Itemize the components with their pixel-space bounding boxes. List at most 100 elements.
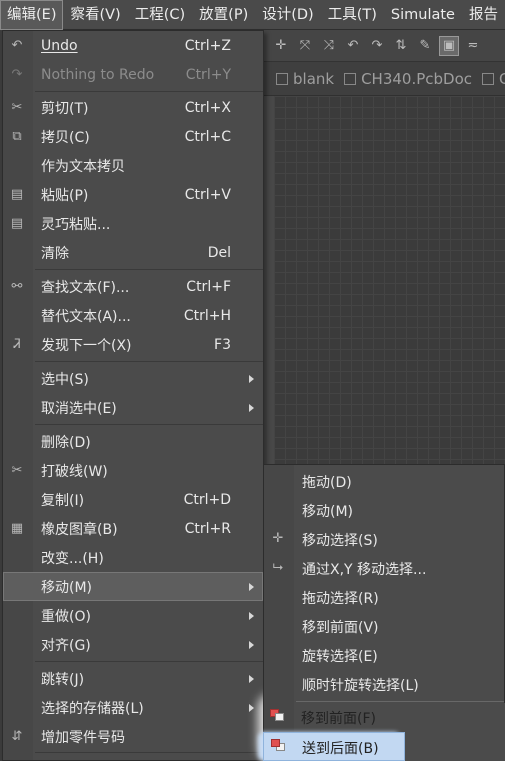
- submenu-arrow-icon: [249, 640, 254, 649]
- tab-label: G: [499, 69, 505, 88]
- break-wire-icon: ✂: [11, 462, 23, 478]
- submenu-item-move[interactable]: 移动(M): [264, 496, 504, 525]
- menu-item-label: 跳转(J): [41, 671, 85, 688]
- menu-simulate[interactable]: Simulate: [384, 0, 462, 30]
- submenu-item-move-to-front[interactable]: 移到前面(V): [264, 612, 504, 641]
- submenu-item-drag[interactable]: 拖动(D): [264, 467, 504, 496]
- document-icon: [276, 72, 288, 85]
- increment-icon: ⇵: [11, 728, 23, 744]
- menu-item-find-next[interactable]: Ꮨ 发现下一个(X) F3: [3, 330, 263, 359]
- menu-item-label: 替代文本(A)...: [41, 308, 131, 325]
- menu-item-duplicate[interactable]: 复制(I) Ctrl+D: [3, 485, 263, 514]
- menu-item-label: 移动(M): [302, 504, 354, 520]
- menu-item-smart-paste[interactable]: ▤ 灵巧粘贴...: [3, 209, 263, 238]
- separator: [35, 424, 263, 425]
- move-icon[interactable]: ✛: [272, 37, 290, 55]
- submenu-item-bring-to-front-tail: [405, 703, 505, 732]
- menu-place[interactable]: 放置(P): [192, 0, 255, 30]
- submenu-item-bring-to-front[interactable]: 移到前面(F): [263, 703, 405, 732]
- menu-item-shortcut: F3: [214, 336, 231, 353]
- menu-item-label: 移动(M): [41, 579, 93, 596]
- copy-icon: ⧉: [12, 128, 22, 144]
- menu-item-select[interactable]: 选中(S): [3, 364, 263, 393]
- menu-item-label: 移动选择(S): [302, 533, 378, 549]
- menu-item-move[interactable]: 移动(M): [3, 572, 263, 601]
- menu-item-shortcut: Ctrl+C: [184, 128, 231, 145]
- menu-item-label: 旋转选择(E): [302, 649, 378, 665]
- menu-edit[interactable]: 编辑(E): [0, 0, 64, 30]
- menu-reports[interactable]: 报告: [462, 0, 505, 30]
- scissors-icon: ✂: [11, 99, 23, 115]
- menu-item-replace-text[interactable]: 替代文本(A)... Ctrl+H: [3, 301, 263, 330]
- paste-icon: ▤: [10, 186, 24, 202]
- separator: [35, 269, 263, 270]
- menu-item-label: 拷贝(C): [41, 129, 90, 146]
- tab-label: CH340.PcbDoc: [361, 69, 473, 88]
- move-xy-icon: ⮡: [272, 560, 284, 575]
- menu-item-find-text[interactable]: ⚯ 查找文本(F)... Ctrl+F: [3, 272, 263, 301]
- menu-item-clear[interactable]: 清除 Del: [3, 238, 263, 267]
- pcb-icon: [344, 72, 357, 85]
- deselect-icon[interactable]: ⤨: [320, 37, 338, 55]
- undo-icon[interactable]: ↶: [344, 37, 362, 55]
- menu-item-shortcut: Ctrl+F: [186, 278, 231, 295]
- menu-item-label: 通过X,Y 移动选择...: [302, 562, 427, 578]
- menu-item-refactor[interactable]: 重做(O): [3, 601, 263, 630]
- menu-item-jump[interactable]: 跳转(J): [3, 664, 263, 693]
- submenu-item-drag-selection[interactable]: 拖动选择(R): [264, 583, 504, 612]
- menu-item-label: 发现下一个(X): [41, 337, 132, 354]
- menu-item-label: 对齐(G): [41, 637, 91, 654]
- menu-item-undo[interactable]: ↶ Undo Ctrl+Z: [3, 31, 263, 60]
- tab-ch340-pcbdoc[interactable]: CH340.PcbDoc: [344, 70, 472, 88]
- submenu-item-send-to-back[interactable]: 送到后面(B): [263, 732, 405, 761]
- menu-item-shortcut: Ctrl+X: [184, 99, 231, 116]
- menu-project[interactable]: 工程(C): [128, 0, 192, 30]
- menu-item-label: 粘贴(P): [41, 187, 89, 204]
- menu-item-label: 删除(D): [41, 434, 91, 451]
- menu-item-label: 移到前面(V): [302, 620, 379, 636]
- send-back-icon: [269, 739, 287, 757]
- smart-paste-icon: ▤: [10, 215, 24, 231]
- tab-g[interactable]: G: [482, 70, 505, 88]
- menu-item-copy-as-text[interactable]: 作为文本拷贝: [3, 151, 263, 180]
- menu-item-change[interactable]: 改变...(H): [3, 543, 263, 572]
- menu-item-selection-memory[interactable]: 选择的存储器(L): [3, 693, 263, 722]
- sort-icon[interactable]: ⇅: [392, 37, 410, 55]
- menu-item-label: 灵巧粘贴...: [41, 216, 111, 233]
- redo-icon[interactable]: ↷: [368, 37, 386, 55]
- menu-item-increment-part-number[interactable]: ⇵ 增加零件号码: [3, 722, 263, 751]
- redo-icon: ↷: [11, 66, 23, 82]
- menu-item-label: 橡皮图章(B): [41, 521, 118, 538]
- submenu-item-move-by-xy[interactable]: ⮡ 通过X,Y 移动选择...: [264, 554, 504, 583]
- submenu-item-rotate-selection[interactable]: 旋转选择(E): [264, 641, 504, 670]
- menu-item-cut[interactable]: ✂ 剪切(T) Ctrl+X: [3, 93, 263, 122]
- submenu-item-move-selection[interactable]: ✛ 移动选择(S): [264, 525, 504, 554]
- menu-item-copy[interactable]: ⧉ 拷贝(C) Ctrl+C: [3, 122, 263, 151]
- menu-item-label: 查找文本(F)...: [41, 279, 130, 296]
- tab-blank[interactable]: blank: [276, 70, 334, 88]
- menu-item-paste[interactable]: ▤ 粘贴(P) Ctrl+V: [3, 180, 263, 209]
- menu-bar: 编辑(E) 察看(V) 工程(C) 放置(P) 设计(D) 工具(T) Simu…: [0, 0, 505, 30]
- rubber-stamp-icon: ▦: [10, 520, 24, 536]
- menu-item-break-wire[interactable]: ✂ 打破线(W): [3, 456, 263, 485]
- wire-icon[interactable]: ≂: [464, 37, 482, 55]
- menu-item-align[interactable]: 对齐(G): [3, 630, 263, 659]
- menu-item-delete[interactable]: 删除(D): [3, 427, 263, 456]
- menu-view[interactable]: 察看(V): [63, 0, 127, 30]
- find-next-icon: Ꮨ: [13, 336, 21, 352]
- menu-item-redo: ↷ Nothing to Redo Ctrl+Y: [3, 60, 263, 89]
- cross-select-icon[interactable]: ⤧: [296, 37, 314, 55]
- component-icon[interactable]: ▣: [439, 35, 459, 56]
- submenu-item-rotate-clockwise[interactable]: 顺时针旋转选择(L): [264, 670, 504, 699]
- pencil-icon[interactable]: ✎: [416, 37, 434, 55]
- tab-label: blank: [293, 69, 335, 88]
- menu-item-deselect[interactable]: 取消选中(E): [3, 393, 263, 422]
- menu-tools[interactable]: 工具(T): [321, 0, 384, 30]
- menu-item-label: 复制(I): [41, 492, 85, 509]
- submenu-arrow-icon: [249, 403, 254, 412]
- bring-front-icon: [268, 709, 286, 727]
- menu-item-label: 送到后面(B): [302, 741, 379, 757]
- menu-item-rubber-stamp[interactable]: ▦ 橡皮图章(B) Ctrl+R: [3, 514, 263, 543]
- undo-icon: ↶: [11, 37, 23, 53]
- menu-design[interactable]: 设计(D): [255, 0, 320, 30]
